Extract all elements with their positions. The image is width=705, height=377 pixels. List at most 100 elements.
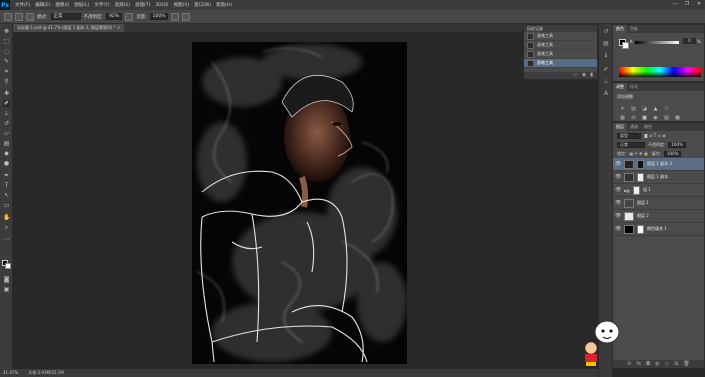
close-button[interactable]: ✕ xyxy=(695,1,703,8)
menu-layer[interactable]: 图层(L) xyxy=(74,2,89,8)
black-white-icon[interactable]: ■ xyxy=(641,115,648,121)
layer-opacity-field[interactable]: 100% xyxy=(668,141,686,148)
eyedropper-tool-icon[interactable]: ⚲ xyxy=(3,78,10,85)
history-item-selected[interactable]: 画笔工具 xyxy=(524,59,597,68)
healing-brush-tool-icon[interactable]: ✚ xyxy=(3,90,10,97)
dodge-tool-icon[interactable]: ● xyxy=(3,160,10,167)
filter-icons[interactable]: ◙ ⊘ T ▭ ◈ xyxy=(644,133,666,138)
menu-file[interactable]: 文件(F) xyxy=(15,2,30,8)
restore-button[interactable]: ❐ xyxy=(683,1,691,8)
folder-icon[interactable]: ▸▤ xyxy=(624,188,630,193)
layer-row[interactable]: 👁 颜色填充 1 xyxy=(613,223,704,236)
vibrance-icon[interactable]: ▽ xyxy=(663,106,670,112)
more-tools-icon[interactable]: ⋯ xyxy=(3,236,10,243)
info-panel-icon[interactable]: ℹ xyxy=(602,52,610,60)
visibility-eye-icon[interactable]: 👁 xyxy=(615,174,621,180)
curves-icon[interactable]: ◪ xyxy=(641,106,648,112)
tab-channels[interactable]: 通道 xyxy=(627,123,641,131)
clone-source-icon[interactable]: ⊥ xyxy=(602,78,610,86)
path-select-tool-icon[interactable]: ↖ xyxy=(3,192,10,199)
layer-fill-field[interactable]: 100% xyxy=(664,150,682,157)
menu-view[interactable]: 视图(V) xyxy=(174,2,190,8)
visibility-eye-icon[interactable]: 👁 xyxy=(615,187,621,193)
crop-tool-icon[interactable]: ⌗ xyxy=(3,68,10,75)
shape-tool-icon[interactable]: ▭ xyxy=(3,202,10,209)
opacity-field[interactable]: 92% xyxy=(106,13,123,20)
menu-filter[interactable]: 滤镜(T) xyxy=(135,2,150,8)
document-tab[interactable]: 无标题-1.psd @ 41.7% (图层 1 副本 3, 图层蒙版/8) * … xyxy=(13,24,125,32)
airbrush-icon[interactable] xyxy=(171,12,180,21)
layer-mask-thumbnail[interactable] xyxy=(637,159,644,169)
background-color-swatch[interactable] xyxy=(5,263,11,269)
layer-kind-filter[interactable]: 类型 xyxy=(617,132,641,139)
lasso-tool-icon[interactable]: ◌ xyxy=(3,48,10,55)
marquee-tool-icon[interactable]: ⬚ xyxy=(3,38,10,45)
k-slider[interactable] xyxy=(635,41,679,44)
layer-row[interactable]: 👁 图层 2 xyxy=(613,210,704,223)
tab-layers[interactable]: 图层 xyxy=(613,123,627,131)
blend-mode-dropdown[interactable]: 正常 xyxy=(617,141,645,148)
new-layer-icon[interactable]: ⊞ xyxy=(674,360,678,368)
character-panel-icon[interactable]: A xyxy=(602,90,610,98)
brush-tool-icon[interactable]: ✐ xyxy=(3,100,10,107)
add-mask-icon[interactable]: ◘ xyxy=(646,360,650,368)
layer-row[interactable]: 👁 图层 1 副本 xyxy=(613,171,704,184)
layer-row[interactable]: 👁 图层 1 副本 3 xyxy=(613,158,704,171)
tab-styles[interactable]: 样式 xyxy=(627,83,641,91)
brush-panel-icon[interactable]: ✐ xyxy=(602,66,610,74)
eraser-tool-icon[interactable]: ▱ xyxy=(3,130,10,137)
pressure-opacity-icon[interactable] xyxy=(125,12,134,21)
minimize-button[interactable]: — xyxy=(671,1,679,8)
camera-snapshot-icon[interactable]: ◉ xyxy=(582,72,586,79)
menu-type[interactable]: 文字(Y) xyxy=(94,2,109,8)
visibility-eye-icon[interactable]: 👁 xyxy=(615,213,621,219)
history-brush-tool-icon[interactable]: ↺ xyxy=(3,120,10,127)
tab-swatches[interactable]: 色板 xyxy=(627,25,641,33)
visibility-eye-icon[interactable]: 👁 xyxy=(615,161,621,167)
layer-mask-thumbnail[interactable] xyxy=(637,224,644,234)
quick-select-tool-icon[interactable]: ✎ xyxy=(3,58,10,65)
layer-group-row[interactable]: 👁 ▸▤ 组 1 xyxy=(613,184,704,197)
menu-help[interactable]: 帮助(H) xyxy=(216,2,232,8)
layer-mask-thumbnail[interactable] xyxy=(637,172,644,182)
menu-image[interactable]: 图像(I) xyxy=(55,2,69,8)
hand-tool-icon[interactable]: ✋ xyxy=(3,214,10,221)
new-adjustment-icon[interactable]: ◍ xyxy=(655,360,659,368)
blur-tool-icon[interactable]: ◆ xyxy=(3,150,10,157)
menu-edit[interactable]: 编辑(E) xyxy=(35,2,50,8)
pressure-size-icon[interactable] xyxy=(182,12,191,21)
mode-dropdown[interactable]: 正常 xyxy=(50,13,81,20)
background-color-swatch[interactable] xyxy=(622,42,629,49)
exposure-icon[interactable]: ▲ xyxy=(652,106,659,112)
type-tool-icon[interactable]: T xyxy=(3,182,10,189)
menu-window[interactable]: 窗口(W) xyxy=(194,2,211,8)
brush-panel-toggle-icon[interactable] xyxy=(26,12,34,21)
levels-icon[interactable]: ▥ xyxy=(630,106,637,112)
zoom-tool-icon[interactable]: ⌕ xyxy=(3,224,10,231)
menu-3d[interactable]: 3D(D) xyxy=(155,3,168,8)
layer-mask-thumbnail[interactable] xyxy=(633,185,640,195)
brush-tool-icon[interactable] xyxy=(4,12,12,21)
document-canvas[interactable] xyxy=(192,42,407,364)
pen-tool-icon[interactable]: ✒ xyxy=(3,172,10,179)
brightness-contrast-icon[interactable]: ☀ xyxy=(619,106,626,112)
zoom-level[interactable]: 41.67% xyxy=(3,369,18,377)
properties-panel-icon[interactable]: ▤ xyxy=(602,40,610,48)
clone-stamp-tool-icon[interactable]: ⊥ xyxy=(3,110,10,117)
tab-paths[interactable]: 路径 xyxy=(641,123,655,131)
layer-row[interactable]: 👁 图层 1 xyxy=(613,197,704,210)
new-document-from-state-icon[interactable]: ▭ xyxy=(573,72,578,79)
history-item[interactable]: 画笔工具 xyxy=(524,32,597,41)
color-spectrum[interactable] xyxy=(619,67,701,77)
move-tool-icon[interactable]: ✥ xyxy=(3,28,10,35)
quick-mask-icon[interactable]: ◙ xyxy=(3,276,10,283)
channel-mixer-icon[interactable]: ▧ xyxy=(663,115,670,121)
brush-preset-picker[interactable] xyxy=(15,12,23,21)
color-balance-icon[interactable]: ⚖ xyxy=(630,115,637,121)
flow-field[interactable]: 100% xyxy=(149,13,169,20)
trash-icon[interactable]: ▮ xyxy=(590,72,593,79)
link-layers-icon[interactable]: ⊖ xyxy=(627,360,631,368)
tab-color[interactable]: 颜色 xyxy=(613,25,627,33)
history-panel-icon[interactable]: ↺ xyxy=(602,28,610,36)
color-lookup-icon[interactable]: ▩ xyxy=(674,115,681,121)
